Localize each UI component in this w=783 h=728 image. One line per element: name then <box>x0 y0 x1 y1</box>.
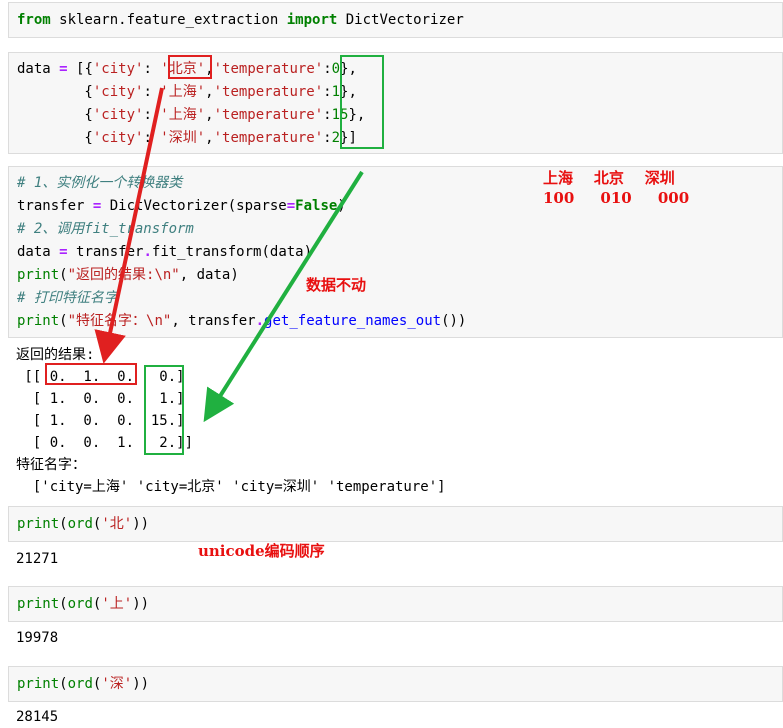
green-arrow <box>203 170 364 423</box>
annotation-arrows <box>94 87 364 423</box>
red-arrow <box>94 87 164 364</box>
